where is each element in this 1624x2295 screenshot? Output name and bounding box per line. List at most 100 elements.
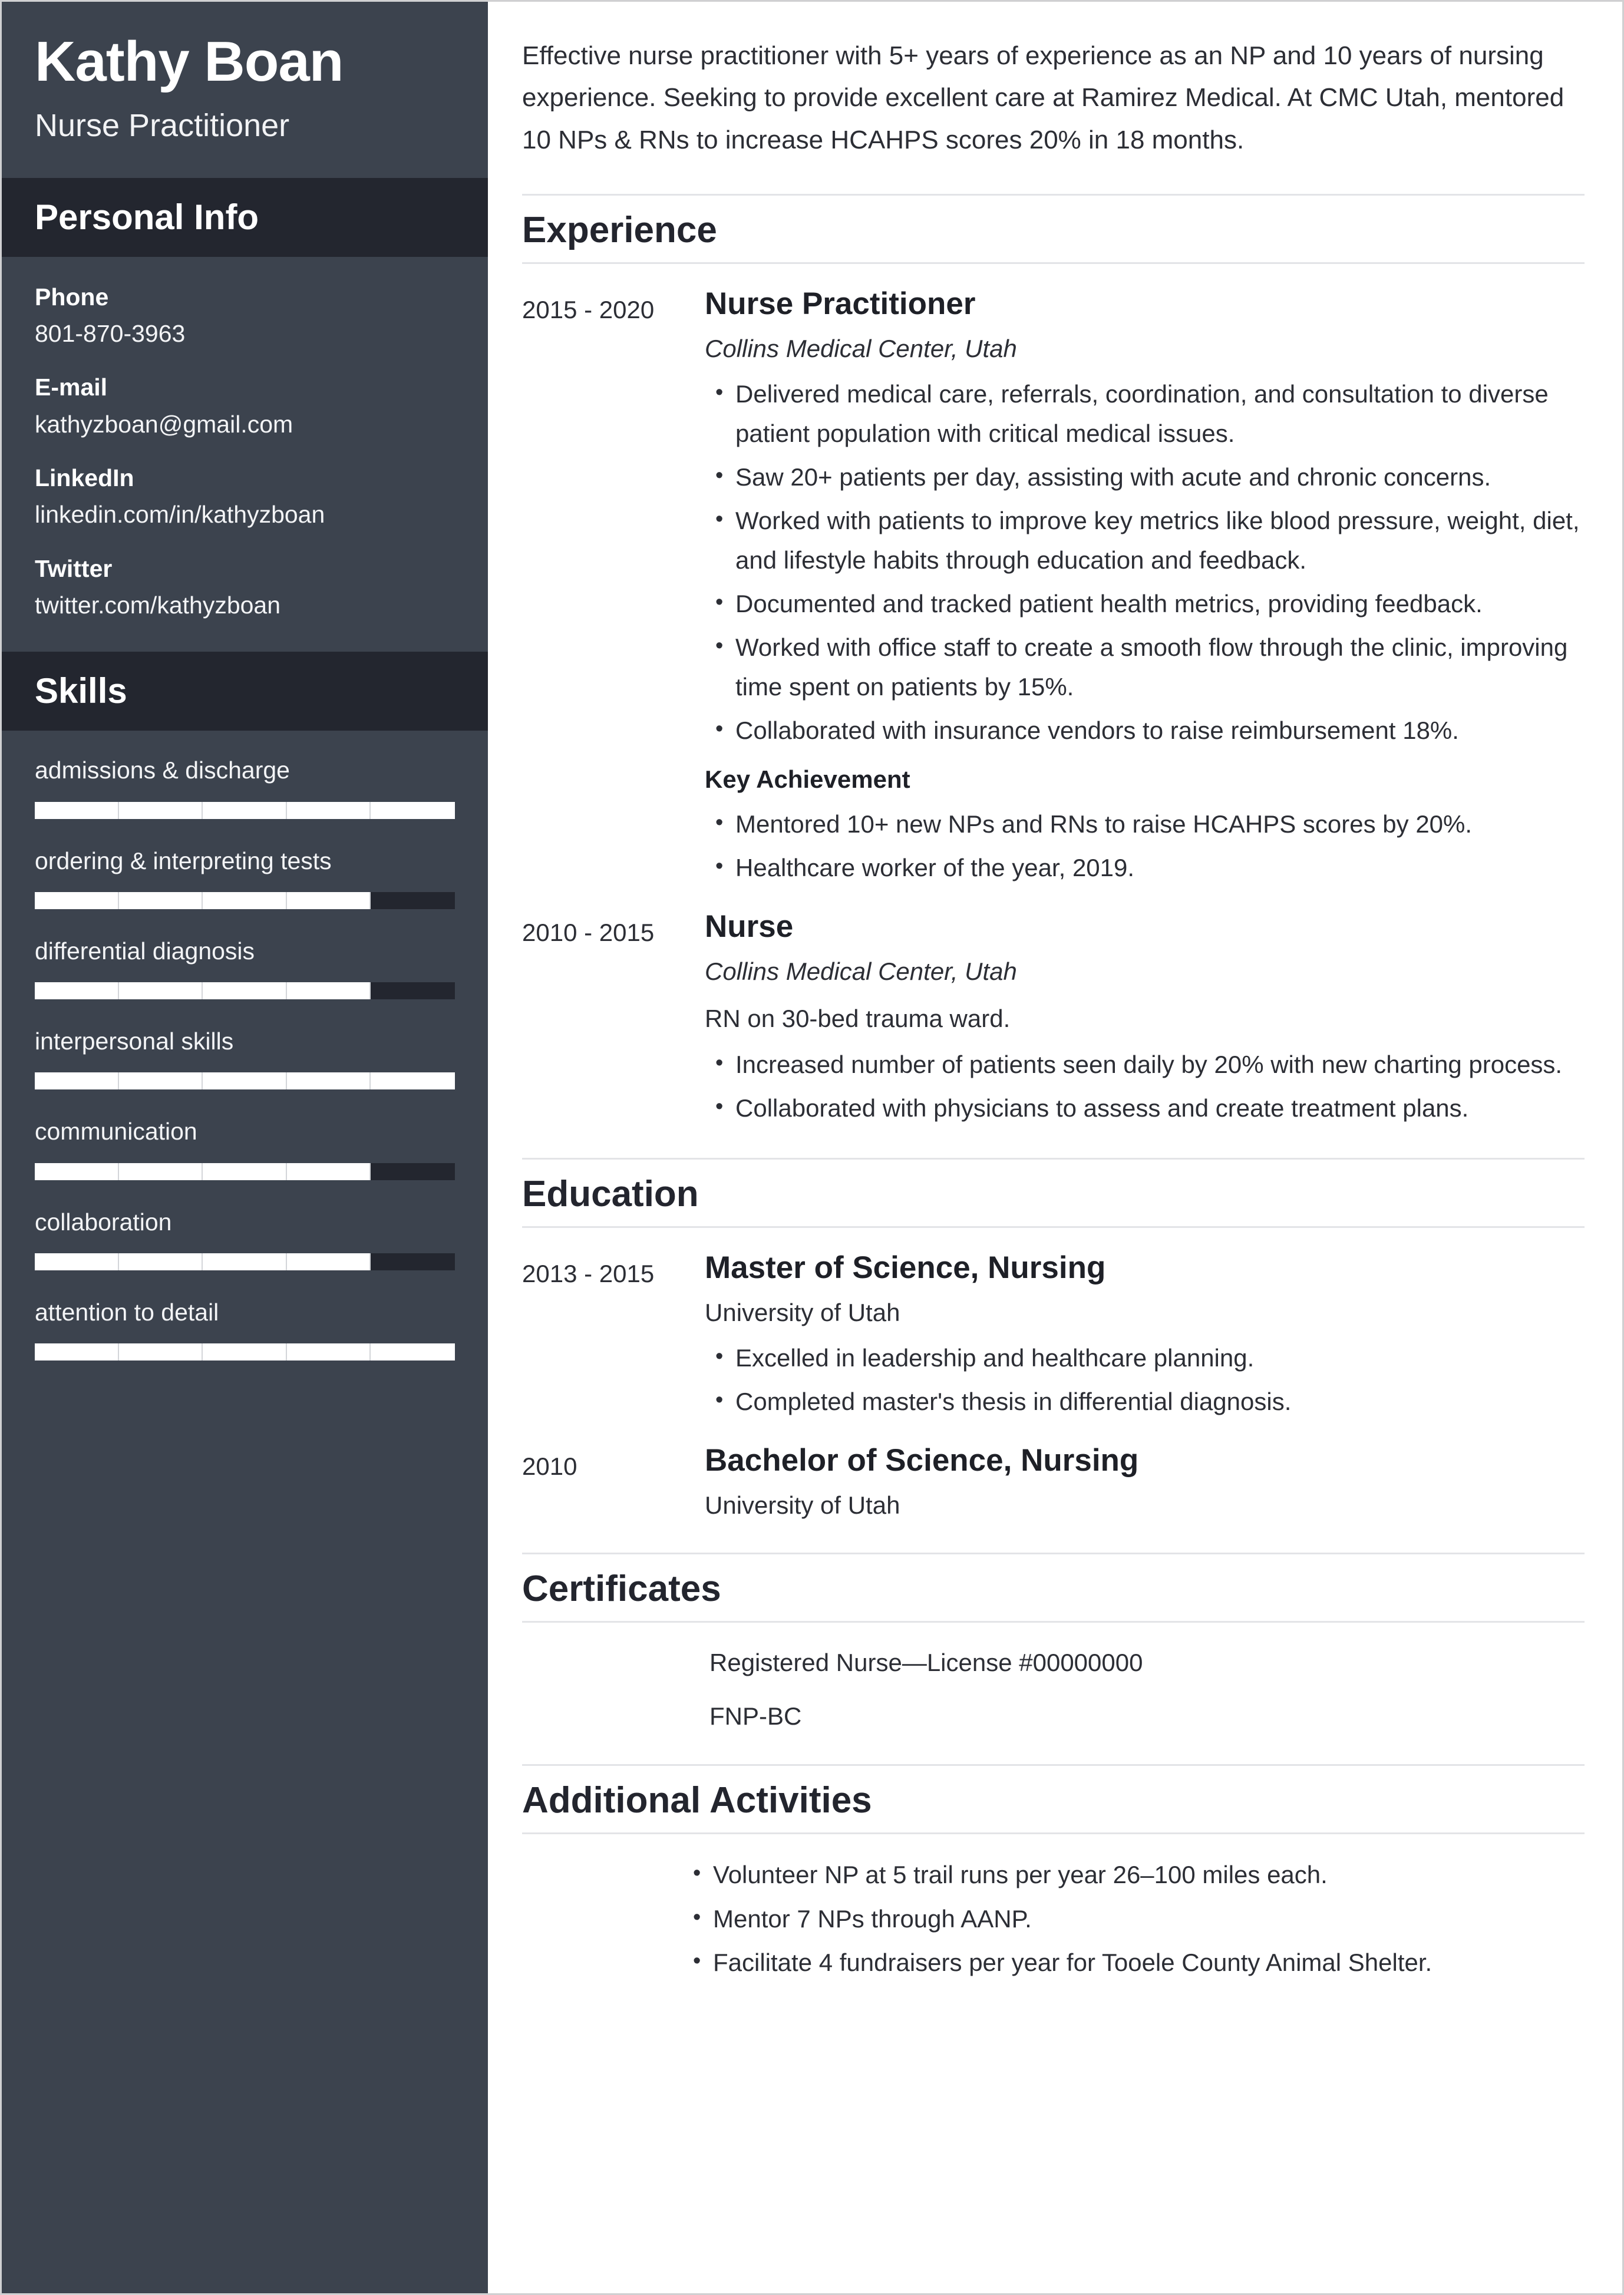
- bullet-item: Increased number of patients seen daily …: [715, 1045, 1585, 1084]
- skills-list: admissions & discharge ordering & interpr…: [2, 731, 488, 1396]
- skill-item: communication: [35, 1117, 455, 1180]
- entry-employer: Collins Medical Center, Utah: [705, 335, 1017, 363]
- activity-item: Mentor 7 NPs through AANP.: [693, 1900, 1585, 1939]
- contact-value[interactable]: kathyzboan@gmail.com: [35, 409, 455, 440]
- skill-level-tick: [35, 801, 119, 819]
- bullet-item: Collaborated with physicians to assess a…: [715, 1089, 1585, 1128]
- skill-name: interpersonal skills: [35, 1028, 234, 1055]
- skill-level-bar: [35, 891, 455, 909]
- skill-level-tick: [35, 982, 119, 1000]
- skill-level-bar: [35, 1343, 455, 1361]
- entry-bullet-list: Delivered medical care, referrals, coord…: [705, 375, 1585, 750]
- skill-item: differential diagnosis: [35, 936, 455, 1000]
- certificate-item: FNP-BC: [709, 1702, 802, 1731]
- skill-item: attention to detail: [35, 1297, 455, 1361]
- skill-level-tick: [371, 982, 455, 999]
- bullet-item: Documented and tracked patient health me…: [715, 585, 1585, 623]
- entry-employer: Collins Medical Center, Utah: [705, 957, 1017, 986]
- experience-section: Experience 2015 - 2020 Nurse Practitioner…: [522, 193, 1585, 1128]
- skill-name: attention to detail: [35, 1298, 219, 1326]
- skill-level-tick: [203, 891, 287, 909]
- candidate-name: Kathy Boan: [35, 30, 344, 93]
- skill-level-tick: [119, 891, 203, 909]
- skill-level-tick: [35, 1253, 119, 1270]
- contact-value[interactable]: twitter.com/kathyzboan: [35, 590, 455, 621]
- entry-dates: 2013 - 2015: [522, 1259, 655, 1287]
- skill-level-ticks: [35, 1072, 455, 1090]
- skill-item: interpersonal skills: [35, 1026, 455, 1090]
- skill-level-tick: [371, 1343, 455, 1361]
- additional-activities-list: Volunteer NP at 5 trail runs per year 26…: [682, 1855, 1585, 1982]
- entry-degree: Bachelor of Science, Nursing: [705, 1442, 1139, 1478]
- contact-label: Phone: [35, 283, 109, 311]
- key-achievement-label: Key Achievement: [705, 765, 910, 794]
- education-section-heading: Education: [522, 1157, 1585, 1228]
- skill-level-bar: [35, 1163, 455, 1180]
- entry-dates: 2015 - 2020: [522, 295, 655, 323]
- skill-level-tick: [35, 891, 119, 909]
- entry-body: Master of Science, Nursing University of …: [705, 1249, 1585, 1422]
- skill-level-bar: [35, 1253, 455, 1270]
- skill-level-tick: [119, 801, 203, 819]
- entry-body: Bachelor of Science, Nursing University o…: [705, 1442, 1585, 1523]
- skill-name: differential diagnosis: [35, 937, 255, 965]
- skill-item: admissions & discharge: [35, 755, 455, 819]
- bullet-item: Healthcare worker of the year, 2019.: [715, 848, 1585, 887]
- contact-linkedin: LinkedIn linkedin.com/in/kathyzboan: [35, 463, 455, 531]
- certificates-section-heading: Certificates: [522, 1553, 1585, 1623]
- experience-section-heading: Experience: [522, 193, 1585, 264]
- main-content: Effective nurse practitioner with 5+ yea…: [488, 2, 1622, 2293]
- contact-e-mail: E-mail kathyzboan@gmail.com: [35, 372, 455, 440]
- bullet-item: Mentored 10+ new NPs and RNs to raise HC…: [715, 805, 1585, 844]
- education-entry-list: 2013 - 2015 Master of Science, Nursing Uni…: [522, 1249, 1585, 1524]
- skill-level-bar: [35, 801, 455, 819]
- bullet-item: Saw 20+ patients per day, assisting with…: [715, 458, 1585, 497]
- contact-value[interactable]: linkedin.com/in/kathyzboan: [35, 499, 455, 530]
- skill-level-bar: [35, 1072, 455, 1090]
- bullet-item: Collaborated with insurance vendors to r…: [715, 711, 1585, 750]
- entry-school: University of Utah: [705, 1491, 900, 1520]
- skill-level-tick: [35, 1343, 119, 1361]
- entry-bullet-list: Increased number of patients seen daily …: [705, 1045, 1585, 1128]
- skill-level-tick: [287, 891, 371, 909]
- entry-degree: Master of Science, Nursing: [705, 1250, 1106, 1285]
- skills-heading: Skills: [35, 671, 127, 711]
- skill-name: ordering & interpreting tests: [35, 847, 332, 874]
- contact-phone: Phone 801-870-3963: [35, 282, 455, 350]
- resume-page: Kathy Boan Nurse Practitioner Personal I…: [0, 0, 1624, 2295]
- skill-level-tick: [119, 1343, 203, 1361]
- skill-level-tick: [287, 1253, 371, 1270]
- skill-item: ordering & interpreting tests: [35, 846, 455, 909]
- skill-level-tick: [287, 1072, 371, 1090]
- experience-heading-text: Experience: [522, 209, 717, 250]
- skill-level-tick: [35, 1072, 119, 1090]
- personal-info-section-header: Personal Info: [2, 177, 488, 257]
- skill-level-tick: [287, 982, 371, 1000]
- skill-level-tick: [371, 892, 455, 909]
- key-achievement-list: Mentored 10+ new NPs and RNs to raise HC…: [705, 805, 1585, 888]
- skill-level-tick: [119, 1253, 203, 1270]
- skill-level-ticks: [35, 1343, 455, 1361]
- skills-section-header: Skills: [2, 652, 488, 731]
- skill-name: collaboration: [35, 1208, 172, 1236]
- additional-activities-body: Volunteer NP at 5 trail runs per year 26…: [682, 1855, 1585, 1982]
- contact-value[interactable]: 801-870-3963: [35, 318, 455, 349]
- certificate-list: Registered Nurse—License #00000000 FNP-BC: [522, 1644, 1585, 1735]
- additional-activities-section-heading: Additional Activities: [522, 1764, 1585, 1835]
- skill-level-tick: [203, 1343, 287, 1361]
- skill-level-ticks: [35, 891, 455, 909]
- skill-level-tick: [203, 1253, 287, 1270]
- sidebar-header: Kathy Boan Nurse Practitioner: [2, 2, 488, 178]
- contact-list: Phone 801-870-3963 E-mail kathyzboan@gmail.…: [2, 257, 488, 621]
- certificate-item: Registered Nurse—License #00000000: [709, 1649, 1143, 1677]
- education-section: Education 2013 - 2015 Master of Science, …: [522, 1157, 1585, 1524]
- skill-level-tick: [203, 1072, 287, 1090]
- skill-level-ticks: [35, 801, 455, 819]
- bullet-item: Completed master's thesis in differentia…: [715, 1382, 1585, 1421]
- skill-level-tick: [371, 1163, 455, 1180]
- skill-name: admissions & discharge: [35, 757, 290, 784]
- professional-summary: Effective nurse practitioner with 5+ yea…: [522, 41, 1564, 154]
- skill-level-tick: [203, 1163, 287, 1180]
- skill-item: collaboration: [35, 1207, 455, 1270]
- bullet-item: Worked with office staff to create a smo…: [715, 628, 1585, 706]
